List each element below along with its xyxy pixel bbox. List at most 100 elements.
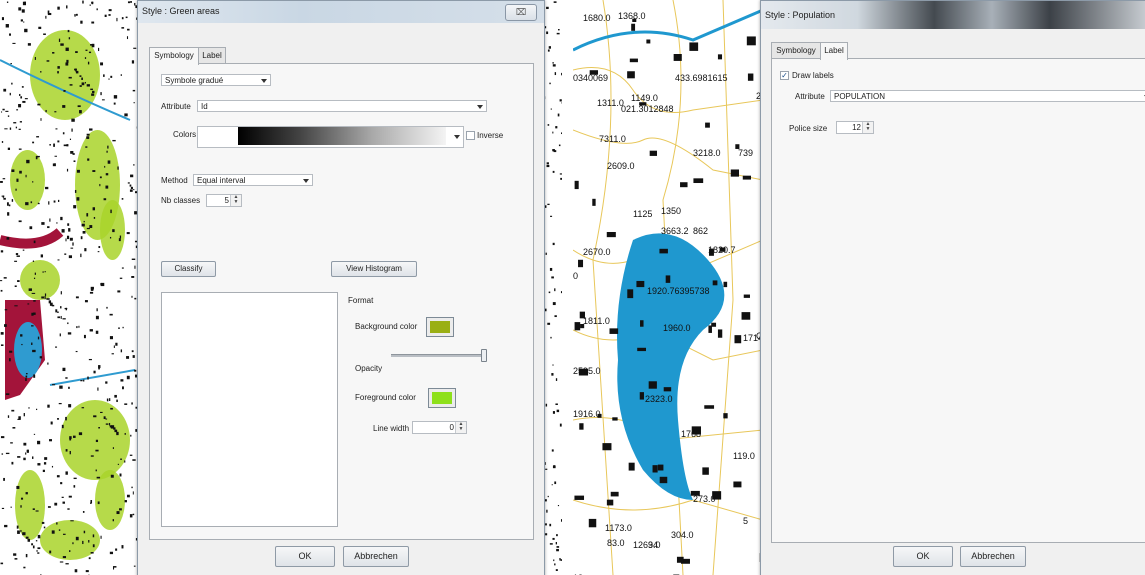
building-dot [131,402,133,405]
building-dot [19,93,21,97]
building-dot [16,485,20,489]
building-dot [87,61,90,65]
building-dot [556,32,560,35]
population-map-label: 0340069 [573,73,608,83]
building-dot [10,62,12,65]
nb-classes-stepper[interactable]: 5 ▲ ▼ [206,194,242,207]
renderer-select[interactable]: Symbole gradué [161,74,271,86]
building-dot [62,105,66,108]
building-dot [9,33,11,36]
building-dot [28,407,30,409]
building-dot [22,249,25,251]
foreground-color-button[interactable] [428,388,456,408]
stepper-arrows-icon[interactable]: ▲ ▼ [230,195,241,206]
building-dot [557,505,560,507]
building-dot [78,325,80,328]
stepper-arrows-icon[interactable]: ▲ ▼ [862,122,873,133]
dialog-titlebar[interactable]: Style : Population [761,1,1145,29]
building-dot [109,422,111,426]
building-dot [109,551,114,555]
attribute-select[interactable]: Id [197,100,487,112]
population-map[interactable]: 1680.0 1368.0 0340069 433.6981615 1149.0 1311… [573,0,763,575]
building-dot [21,343,23,346]
building-dot [120,349,123,353]
building-dot [1,453,4,455]
stepper-arrows-icon[interactable]: ▲ ▼ [455,422,466,433]
boundary-line [573,499,763,521]
building-dot [549,543,553,545]
building-dot [21,86,24,88]
method-select[interactable]: Equal interval [193,174,313,186]
building-dot [78,432,83,436]
building-dot [81,77,83,80]
building-dot [119,508,122,511]
building-dot [59,385,63,389]
building-dot [32,260,35,262]
building-dot [20,497,24,500]
tab-label[interactable]: Label [198,47,226,64]
building-dot [100,62,104,66]
building-dot [53,143,55,147]
color-ramp-select[interactable] [197,126,464,148]
cancel-button[interactable]: Abbrechen [960,546,1026,567]
building-block [627,71,635,79]
opacity-slider-track[interactable] [391,354,483,357]
classify-button[interactable]: Classify [161,261,216,277]
police-size-stepper[interactable]: 12 ▲ ▼ [836,121,874,134]
tab-symbology[interactable]: Symbology [771,42,821,59]
building-dot [105,381,108,384]
population-map-label: 1173.0 [605,523,632,533]
cancel-button[interactable]: Abbrechen [343,546,409,567]
building-dot [61,496,64,498]
class-list[interactable] [161,292,338,527]
building-dot [84,57,87,59]
building-dot [132,491,134,495]
background-color-button[interactable] [426,317,454,337]
building-dot [23,21,25,23]
opacity-label: Opacity [355,364,383,373]
population-map-label: 1916.0 [573,409,601,419]
close-button[interactable]: ⌧ [505,4,537,21]
view-histogram-button[interactable]: View Histogram [331,261,417,277]
ok-button[interactable]: OK [893,546,953,567]
building-dot [6,202,9,206]
building-dot [54,502,58,506]
building-dot [1,141,4,143]
building-dot [68,37,71,40]
attribute-select[interactable]: POPULATION [830,90,1145,102]
inverse-checkbox[interactable] [466,131,475,140]
building-dot [39,356,43,359]
building-block [741,312,751,320]
dialog-title: Style : Population [765,10,836,20]
dialog-titlebar[interactable]: Style : Green areas ⌧ [138,1,544,23]
police-size-value: 12 [852,123,861,132]
building-dot [0,344,4,346]
building-dot [44,271,46,273]
building-block [574,495,585,500]
building-dot [27,303,30,305]
building-dot [104,165,106,168]
building-dot [549,267,553,271]
building-block [648,381,657,389]
tab-label[interactable]: Label [820,42,848,60]
building-dot [552,149,555,152]
population-map-label: 1680.0 [583,13,611,23]
ok-button[interactable]: OK [275,546,335,567]
building-dot [72,542,74,545]
opacity-slider-handle[interactable] [481,349,487,362]
building-dot [122,386,124,390]
building-dot [92,170,96,172]
building-dot [546,509,548,513]
tab-symbology[interactable]: Symbology [149,47,199,65]
building-dot [120,458,122,460]
building-dot [550,108,552,110]
building-dot [555,403,558,406]
building-dot [72,242,74,246]
building-dot [83,220,85,223]
building-dot [36,408,38,411]
line-width-stepper[interactable]: 0 ▲ ▼ [412,421,467,434]
building-dot [91,93,95,96]
building-dot [552,302,556,306]
colors-label: Colors [173,130,197,139]
draw-labels-checkbox[interactable]: ✓ [780,71,789,80]
